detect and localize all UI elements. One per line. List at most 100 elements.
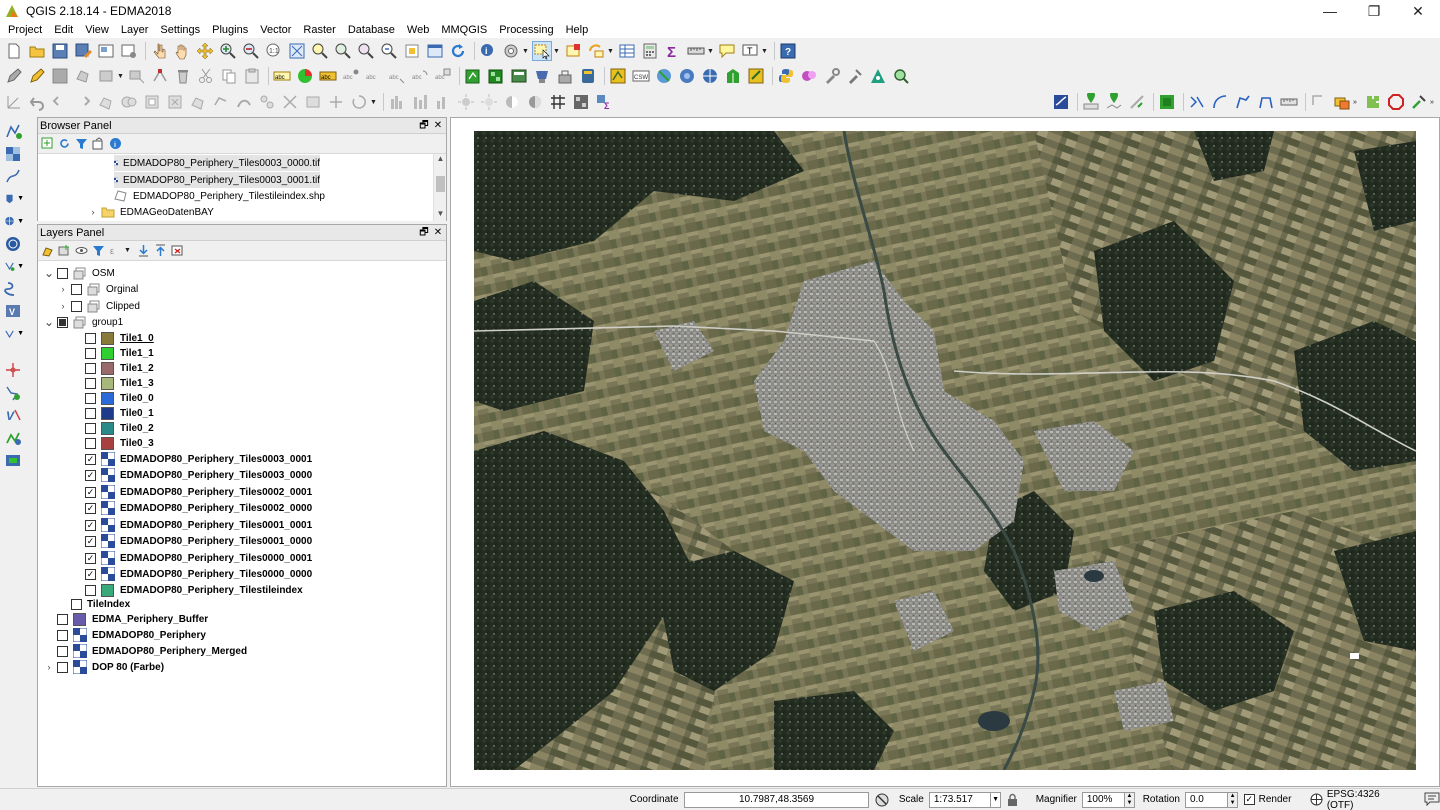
change-label-icon[interactable]: abc [433,66,453,86]
symbol-swatch[interactable] [101,331,114,345]
maximize-button[interactable]: ❐ [1352,0,1396,22]
menu-help[interactable]: Help [560,22,595,38]
add-feature-icon[interactable] [73,66,93,86]
diagram-options-icon[interactable] [295,66,315,86]
chevron-down-icon[interactable]: ▼ [707,48,714,55]
menu-settings[interactable]: Settings [154,22,206,38]
browser-scrollbar[interactable]: ▲ ▼ [433,154,446,221]
add-delimited-text-layer-icon[interactable] [555,66,575,86]
render-checkbox[interactable]: ✓ [1243,794,1255,805]
add-wms-layer-icon[interactable] [608,66,628,86]
layer-row-edmadop80-periphery-tiles0001-0001[interactable]: ✓ EDMADOP80_Periphery_Tiles0001_0001 [72,517,312,533]
symbol-swatch[interactable] [101,583,114,597]
reshape-features-icon[interactable] [211,92,231,112]
pan-map-icon[interactable] [172,41,192,61]
split-parts-icon[interactable] [280,92,300,112]
label-tool-icon[interactable]: abc [272,66,292,86]
decrease-contrast-icon[interactable] [502,92,522,112]
zoom-actual-size-icon[interactable]: 1:1 [264,41,284,61]
chevron-down-icon[interactable]: ▼ [522,48,529,55]
select-by-value-icon[interactable] [563,41,583,61]
scroll-thumb[interactable] [436,176,445,192]
python-console-icon[interactable] [776,66,796,86]
toggle-extents-icon[interactable] [873,792,891,808]
layer-visibility-checkbox[interactable] [57,645,68,657]
delete-ring-icon[interactable] [165,92,185,112]
layer-row-tile1-2[interactable]: Tile1_2 [72,360,154,376]
chevron-right-icon[interactable]: › [44,662,54,672]
refresh-icon[interactable] [448,41,468,61]
chevron-right-icon[interactable]: › [88,207,98,217]
menu-processing[interactable]: Processing [493,22,559,38]
plugin-tool-icon[interactable] [822,66,842,86]
menu-database[interactable]: Database [342,22,401,38]
close-panel-button[interactable]: ✕ [432,225,444,240]
snapping-tool-icon[interactable] [1127,92,1147,112]
refresh-icon[interactable] [58,137,71,150]
symbol-swatch[interactable] [73,612,86,626]
split-features-icon[interactable] [257,92,277,112]
layer-visibility-checkbox[interactable] [71,598,82,610]
menu-layer[interactable]: Layer [115,22,155,38]
crs-icon[interactable] [1310,793,1324,807]
paste-features-icon[interactable] [242,66,262,86]
undo-icon[interactable] [50,92,70,112]
circular-string-icon[interactable] [1210,92,1230,112]
scale-field[interactable]: 1:73.517 [928,791,990,808]
layer-visibility-checkbox[interactable] [85,392,96,404]
decrease-brightness-icon[interactable] [456,92,476,112]
minimize-button[interactable]: — [1308,0,1352,22]
circular-string-radius-icon[interactable] [1233,92,1253,112]
scroll-up-icon[interactable]: ▲ [434,154,446,166]
add-spatialite-icon[interactable] [4,166,24,186]
float-panel-button[interactable]: 🗗 [418,225,430,240]
sort-layer-icon[interactable] [1332,92,1352,112]
crs-status[interactable]: EPSG:4326 (OTF) [1327,789,1407,810]
add-raster-layer-icon[interactable] [486,66,506,86]
redo-icon[interactable] [73,92,93,112]
symbol-swatch[interactable] [101,391,114,405]
layer-row-tile0-2[interactable]: Tile0_2 [72,420,154,436]
toggle-editing-icon[interactable] [27,66,47,86]
layer-visibility-checkbox[interactable] [57,661,68,673]
grid-tool-icon[interactable] [548,92,568,112]
merge-attributes-icon[interactable] [326,92,346,112]
georeferencer-icon[interactable] [845,66,865,86]
add-vector-layer-icon[interactable] [463,66,483,86]
chevron-right-icon[interactable]: › [58,284,68,294]
filter-expression-icon[interactable]: ε [109,244,122,257]
action-icon[interactable] [501,41,521,61]
statistical-summary-icon[interactable]: Σ [663,41,683,61]
float-panel-button[interactable]: 🗗 [418,118,430,133]
help-icon[interactable]: ? [778,41,798,61]
layer-visibility-checkbox[interactable] [85,347,96,359]
layer-row-group1[interactable]: ⌄ group1 [44,314,123,330]
puzzle-plugin-icon[interactable] [1363,92,1383,112]
add-postgis-icon[interactable]: ▼ [4,189,24,209]
add-oracle-layer-icon[interactable] [746,66,766,86]
browser-item-tile-0000[interactable]: EDMADOP80_Periphery_Tiles0003_0000.tif [114,155,320,171]
add-selected-layers-icon[interactable] [41,137,54,150]
close-window-button[interactable]: ✕ [1396,0,1440,22]
increase-brightness-icon[interactable] [433,92,453,112]
chevron-right-icon[interactable]: › [58,301,68,311]
browser-item-folder[interactable]: › EDMAGeoDatenBAY [88,204,214,220]
add-circle-icon[interactable] [4,360,24,380]
show-hide-labels-icon[interactable]: abc [364,66,384,86]
open-field-calculator-icon[interactable] [640,41,660,61]
add-part-icon[interactable] [119,92,139,112]
increase-contrast-icon[interactable] [479,92,499,112]
symbol-swatch[interactable] [101,376,114,390]
add-wfs-layer-icon[interactable] [654,66,674,86]
offset-curve-icon[interactable] [234,92,254,112]
zoom-to-layer-icon[interactable] [333,41,353,61]
chevron-down-icon[interactable]: ▼ [553,48,560,55]
trace-tool-icon[interactable] [1187,92,1207,112]
move-feature-icon[interactable] [127,66,147,86]
layer-row-edmadop80-periphery-tiles0003-0001[interactable]: ✓ EDMADOP80_Periphery_Tiles0003_0001 [72,451,312,467]
chevron-down-icon[interactable]: » [1430,99,1437,106]
symbol-swatch[interactable] [101,346,114,360]
close-panel-button[interactable]: ✕ [432,118,444,133]
menu-mmqgis[interactable]: MMQGIS [435,22,493,38]
symbol-swatch[interactable] [101,436,114,450]
